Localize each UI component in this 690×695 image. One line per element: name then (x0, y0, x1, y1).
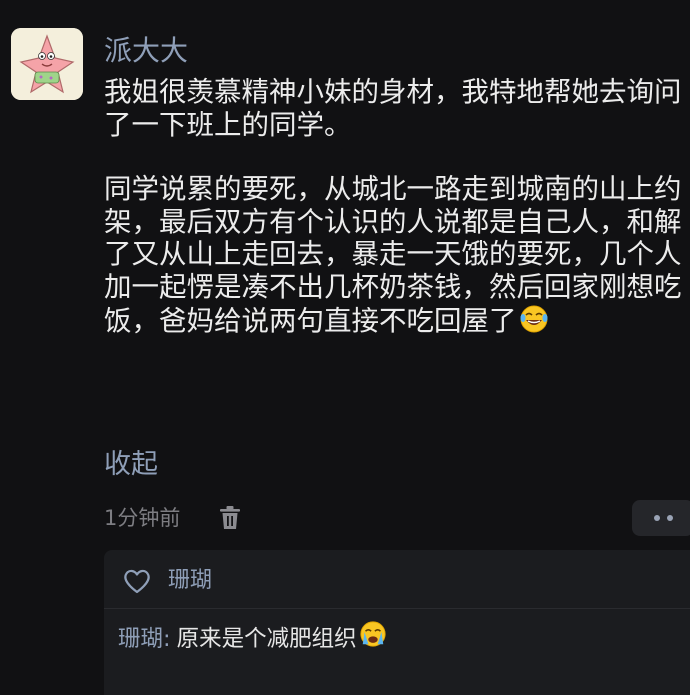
patrick-star-avatar-icon (11, 28, 83, 100)
avatar[interactable] (11, 28, 83, 100)
divider (104, 608, 690, 609)
post-content: 我姐很羡慕精神小妹的身材，我特地帮她去询问了一下班上的同学。 同学说累的要死，从… (104, 76, 684, 341)
liker-name[interactable]: 珊瑚 (168, 566, 212, 596)
more-options-button[interactable] (632, 500, 690, 536)
reply-author[interactable]: 珊瑚 (118, 623, 163, 655)
username[interactable]: 派大大 (104, 33, 188, 69)
laughing-crying-emoji-icon (519, 304, 549, 342)
post-paragraph-1: 我姐很羡慕精神小妹的身材，我特地帮她去询问了一下班上的同学。 (104, 76, 682, 141)
timestamp: 1分钟前 (104, 506, 181, 530)
reply-separator: : (163, 625, 171, 652)
comments-panel: 珊瑚 珊瑚 : 原来是个减肥组织 (104, 550, 690, 695)
post-paragraph-2: 同学说累的要死，从城北一路走到城南的山上约架，最后双方有个认识的人说都是自己人，… (104, 173, 684, 341)
trash-icon[interactable] (218, 505, 242, 531)
likes-row: 珊瑚 (122, 566, 212, 596)
crying-emoji-icon (359, 620, 387, 657)
heart-icon[interactable] (122, 567, 152, 595)
more-dot-icon (653, 515, 660, 521)
more-dot-icon (666, 515, 673, 521)
reply-text: 原来是个减肥组织 (176, 625, 357, 652)
reply-comment[interactable]: 珊瑚 : 原来是个减肥组织 (118, 620, 387, 657)
post-paragraph-2-text: 同学说累的要死，从城北一路走到城南的山上约架，最后双方有个认识的人说都是自己人，… (104, 173, 682, 337)
collapse-link[interactable]: 收起 (104, 448, 158, 482)
